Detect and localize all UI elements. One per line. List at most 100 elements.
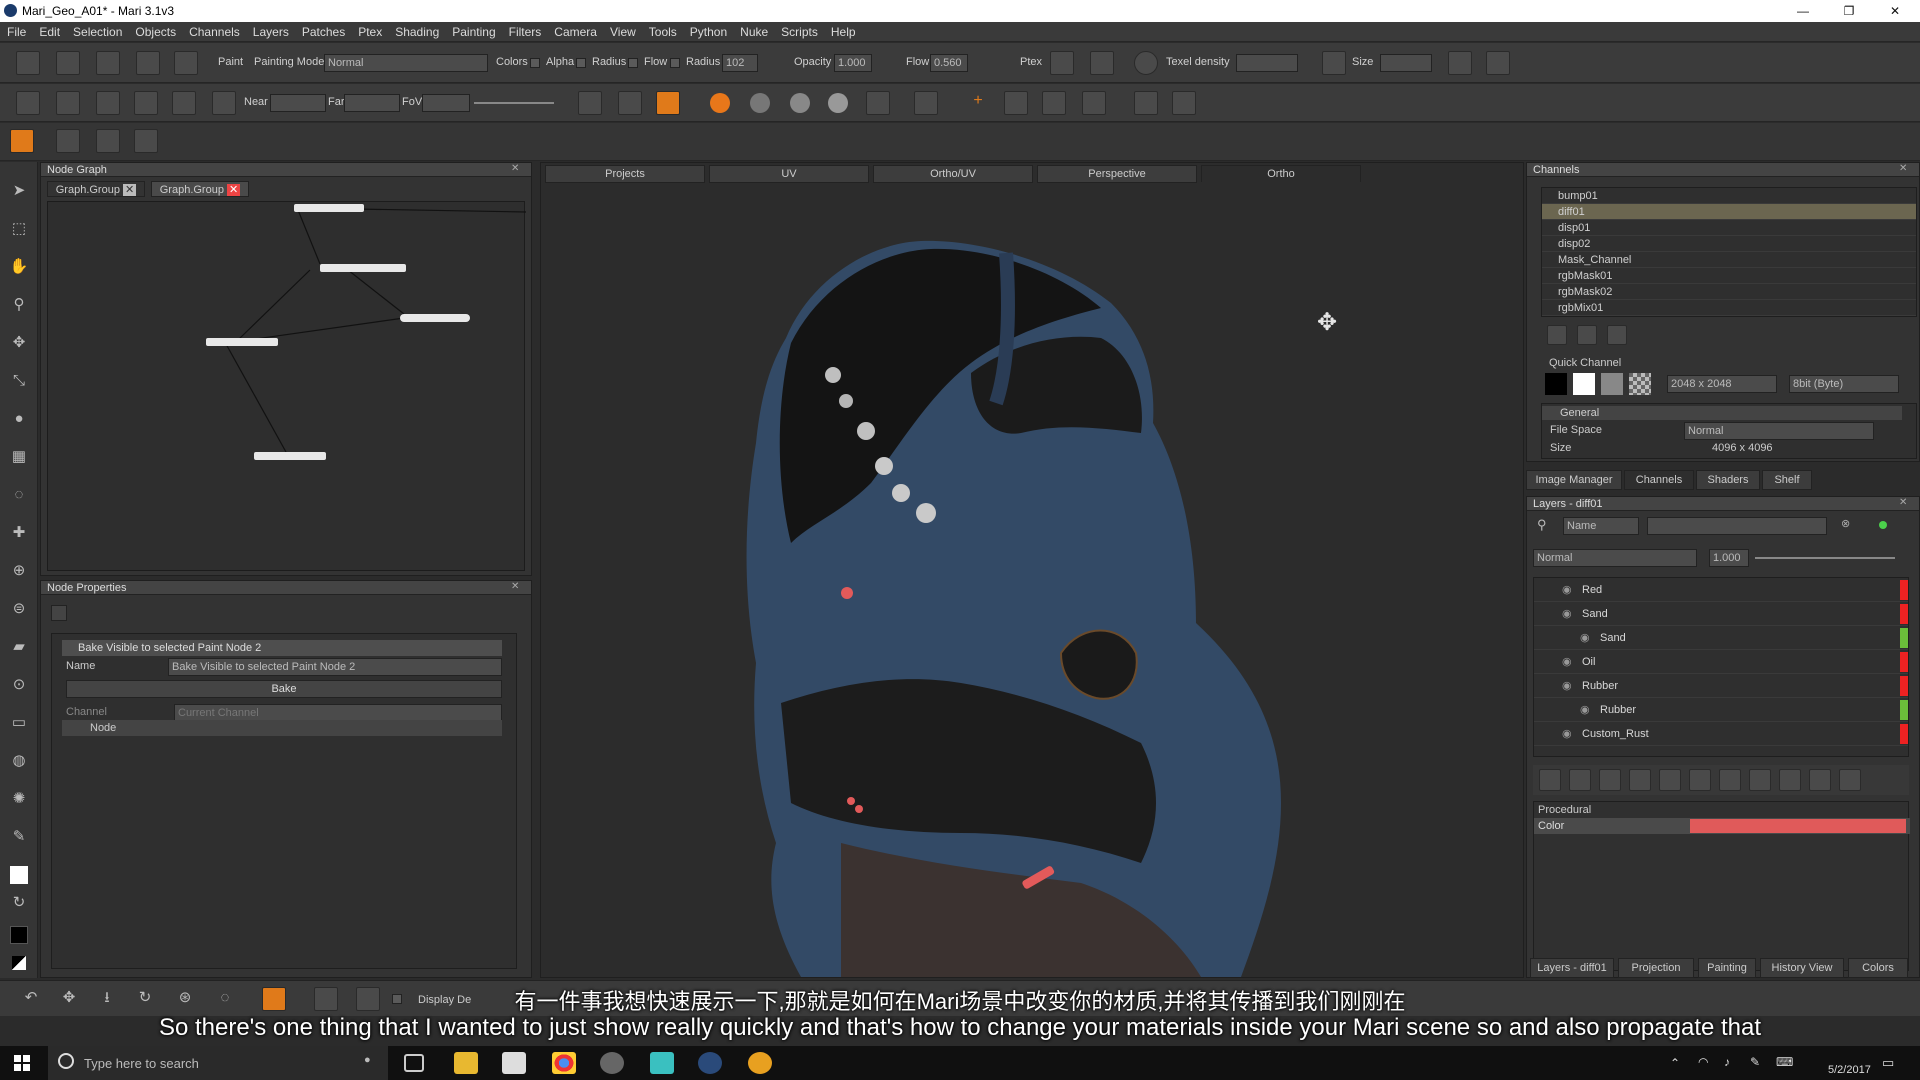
- tab-layers-diff01[interactable]: Layers - diff01: [1530, 958, 1614, 978]
- hand-icon[interactable]: ✋: [8, 256, 30, 278]
- tab-projection[interactable]: Projection: [1618, 958, 1694, 978]
- tab-perspective[interactable]: Perspective: [1037, 165, 1197, 183]
- channel-item-rgbmask01[interactable]: rgbMask01: [1542, 268, 1916, 284]
- keyboard-icon[interactable]: ⌨: [1776, 1055, 1793, 1069]
- menu-objects[interactable]: Objects: [128, 22, 182, 39]
- drop-icon[interactable]: ●: [8, 408, 30, 430]
- fit-size-icon[interactable]: [1322, 51, 1346, 75]
- reset-transform-icon[interactable]: [1172, 91, 1196, 115]
- channel-settings-icon[interactable]: [1607, 325, 1627, 345]
- graph-node[interactable]: [400, 314, 470, 322]
- menu-selection[interactable]: Selection: [66, 22, 128, 39]
- node-graph-canvas[interactable]: [47, 201, 526, 571]
- panel-close-icon[interactable]: ✕: [511, 581, 519, 592]
- add-adjustment-icon[interactable]: [1599, 769, 1621, 791]
- node-subsection[interactable]: Node: [62, 720, 502, 736]
- channel-item-mask[interactable]: Mask_Channel: [1542, 252, 1916, 268]
- eye-icon[interactable]: ◉: [1562, 602, 1572, 626]
- app-icon[interactable]: [600, 1052, 624, 1074]
- tab-colors[interactable]: Colors: [1848, 958, 1908, 978]
- panel-close-icon[interactable]: ✕: [1899, 497, 1907, 508]
- zoom-icon[interactable]: ⚲: [8, 294, 30, 316]
- add-mask-stack-icon[interactable]: [1689, 769, 1711, 791]
- distribute-icon[interactable]: [1042, 91, 1066, 115]
- tab-painting[interactable]: Painting: [1698, 958, 1756, 978]
- menu-scripts[interactable]: Scripts: [774, 22, 824, 39]
- blender-icon[interactable]: [748, 1052, 772, 1074]
- smudge-icon[interactable]: ◍: [8, 750, 30, 772]
- search-box[interactable]: Type here to search ●: [48, 1046, 388, 1080]
- name-field[interactable]: Bake Visible to selected Paint Node 2: [168, 658, 502, 676]
- tab-image-manager[interactable]: Image Manager: [1526, 470, 1622, 490]
- flatten-icon[interactable]: [1779, 769, 1801, 791]
- painting-mode-select[interactable]: Normal: [324, 54, 488, 72]
- fov-input[interactable]: [422, 94, 470, 112]
- clone-icon[interactable]: ⊜: [8, 598, 30, 620]
- refresh-channel-icon[interactable]: [1577, 325, 1597, 345]
- layer-item[interactable]: ◉ Sand: [1534, 626, 1908, 650]
- clear-filter-icon[interactable]: ⊗: [1841, 517, 1850, 530]
- layer-item[interactable]: ◉ Rubber: [1534, 674, 1908, 698]
- merge-icon[interactable]: [1749, 769, 1771, 791]
- layer-item[interactable]: ◉ Red: [1534, 578, 1908, 602]
- layer-grid-icon[interactable]: [1839, 769, 1861, 791]
- add-point-icon[interactable]: +: [966, 92, 990, 114]
- blend-mode-select[interactable]: Normal: [1533, 549, 1697, 567]
- foreground-color-swatch[interactable]: [10, 866, 28, 884]
- opacity-input[interactable]: 1.000: [834, 54, 872, 72]
- tab-close-icon[interactable]: ✕: [123, 184, 137, 196]
- tab-ortho-uv[interactable]: Ortho/UV: [873, 165, 1033, 183]
- task-view-icon[interactable]: [404, 1054, 424, 1072]
- add-channel-icon[interactable]: [1547, 325, 1567, 345]
- ptex-icon[interactable]: [1050, 51, 1074, 75]
- save-icon[interactable]: [96, 51, 120, 75]
- fov-slider[interactable]: [474, 102, 554, 104]
- transform-icon[interactable]: [1134, 91, 1158, 115]
- layer-item[interactable]: ◉ Custom_Rust: [1534, 722, 1908, 746]
- pin-tool-icon[interactable]: ✚: [8, 522, 30, 544]
- near-input[interactable]: [270, 94, 326, 112]
- menu-ptex[interactable]: Ptex: [351, 22, 388, 39]
- layout-icon[interactable]: [1448, 51, 1472, 75]
- pin-icon[interactable]: [578, 91, 602, 115]
- frame-icon[interactable]: [914, 91, 938, 115]
- layer-item[interactable]: ◉ Oil: [1534, 650, 1908, 674]
- radius-input[interactable]: 102: [722, 54, 758, 72]
- layout-alt-icon[interactable]: [1486, 51, 1510, 75]
- channel-item-disp01[interactable]: disp01: [1542, 220, 1916, 236]
- tab-uv[interactable]: UV: [709, 165, 869, 183]
- table-icon[interactable]: ▦: [8, 446, 30, 468]
- channel-size-select[interactable]: 2048 x 2048: [1667, 375, 1777, 393]
- menu-python[interactable]: Python: [683, 22, 733, 39]
- target-icon[interactable]: ⊕: [8, 560, 30, 582]
- eye-icon[interactable]: ◉: [1580, 698, 1590, 722]
- channel-item-rgbmask02[interactable]: rgbMask02: [1542, 284, 1916, 300]
- menu-shading[interactable]: Shading: [388, 22, 445, 39]
- menu-nuke[interactable]: Nuke: [733, 22, 774, 39]
- flow-checkbox[interactable]: [670, 58, 680, 68]
- menu-tools[interactable]: Tools: [642, 22, 683, 39]
- cube-icon[interactable]: [134, 91, 158, 115]
- microphone-icon[interactable]: ●: [364, 1054, 371, 1066]
- file-explorer-icon[interactable]: [454, 1052, 478, 1074]
- mari-taskbar-icon[interactable]: [698, 1052, 722, 1074]
- checker-swatch[interactable]: [1629, 373, 1651, 395]
- network-icon[interactable]: ◠: [1698, 1055, 1708, 1069]
- minimize-button[interactable]: —: [1780, 0, 1826, 22]
- close-button[interactable]: ✕: [1872, 0, 1918, 22]
- layer-opacity-slider[interactable]: [1755, 557, 1895, 559]
- volume-icon[interactable]: ♪: [1724, 1055, 1730, 1069]
- add-layer-icon[interactable]: [1539, 769, 1561, 791]
- layer-item[interactable]: ◉ Sand: [1534, 602, 1908, 626]
- network-tool-icon[interactable]: [134, 129, 158, 153]
- maximize-button[interactable]: ❐: [1826, 0, 1872, 22]
- layer-filter-input[interactable]: [1647, 517, 1827, 535]
- graph-node[interactable]: [206, 338, 278, 346]
- bake-icon[interactable]: [174, 51, 198, 75]
- select-arrow-icon[interactable]: ➤: [8, 180, 30, 202]
- menu-view[interactable]: View: [603, 22, 642, 39]
- eye-icon[interactable]: ◉: [1562, 674, 1572, 698]
- sun-icon[interactable]: ✺: [8, 788, 30, 810]
- menu-file[interactable]: File: [0, 22, 32, 39]
- eyedropper-icon[interactable]: ✎: [8, 826, 30, 848]
